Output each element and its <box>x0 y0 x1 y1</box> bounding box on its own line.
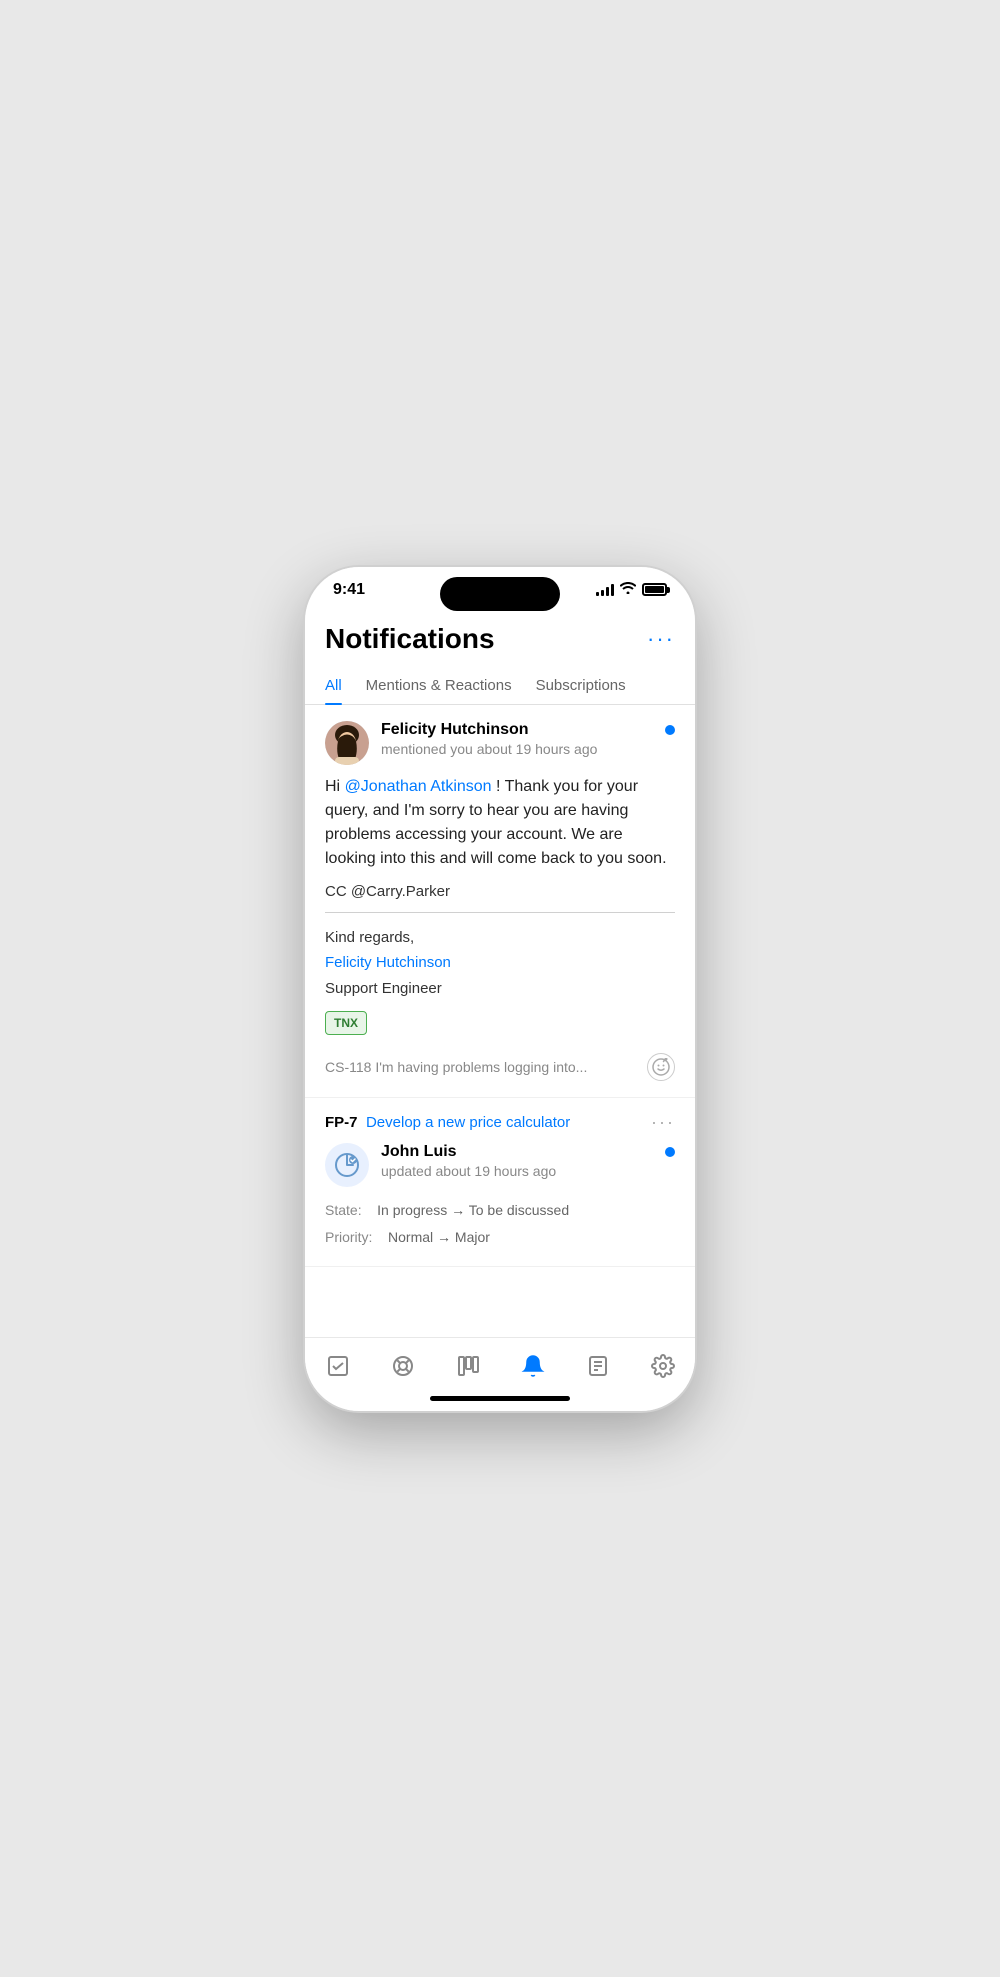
notification-item-1[interactable]: Felicity Hutchinson mentioned you about … <box>305 705 695 1099</box>
dynamic-island <box>440 577 560 611</box>
cs-ticket: CS-118 I'm having problems logging into.… <box>325 1053 675 1081</box>
emoji-reaction-button[interactable] <box>647 1053 675 1081</box>
state-label: State: <box>325 1202 362 1218</box>
tab-bar <box>305 1337 695 1390</box>
page-title: Notifications <box>325 623 495 655</box>
tab-bar-board[interactable] <box>444 1350 492 1382</box>
section-header-fp7: FP-7 Develop a new price calculator ··· <box>305 1098 695 1143</box>
wifi-icon <box>620 582 636 597</box>
state-to: To be discussed <box>469 1202 569 1218</box>
tab-bar-articles[interactable] <box>574 1350 622 1382</box>
status-icons <box>596 582 667 597</box>
notif-time-2: updated about 19 hours ago <box>381 1163 653 1179</box>
status-time: 9:41 <box>333 581 365 599</box>
tab-bar-settings[interactable] <box>639 1350 687 1382</box>
state-change: State: In progress → To be discussed Pri… <box>325 1197 675 1250</box>
tab-bar-tasks[interactable] <box>314 1350 362 1382</box>
state-row: State: In progress → To be discussed <box>325 1197 675 1224</box>
unread-dot-1 <box>665 725 675 735</box>
priority-row: Priority: Normal → Major <box>325 1224 675 1251</box>
section-link[interactable]: Develop a new price calculator <box>366 1114 651 1131</box>
notification-header-2: John Luis updated about 19 hours ago <box>325 1143 675 1187</box>
cc-line: CC @Carry.Parker <box>325 883 675 900</box>
notif-body-1: Hi @Jonathan Atkinson ! Thank you for yo… <box>325 775 675 871</box>
notif-time-1: mentioned you about 19 hours ago <box>381 741 653 757</box>
lifebuoy-icon <box>391 1354 415 1378</box>
notif-meta-2: John Luis updated about 19 hours ago <box>381 1143 653 1179</box>
app-header: Notifications ··· <box>305 607 695 667</box>
board-icon <box>456 1354 480 1378</box>
section-more-button[interactable]: ··· <box>651 1112 675 1133</box>
notification-header-1: Felicity Hutchinson mentioned you about … <box>325 721 675 765</box>
articles-icon <box>586 1354 610 1378</box>
avatar-john <box>325 1143 369 1187</box>
cs-ticket-text: CS-118 I'm having problems logging into.… <box>325 1059 587 1075</box>
home-indicator <box>430 1396 570 1401</box>
phone-frame: 9:41 <box>305 567 695 1411</box>
priority-from: Normal <box>388 1229 433 1245</box>
notif-user-name-1: Felicity Hutchinson <box>381 721 653 739</box>
tab-mentions[interactable]: Mentions & Reactions <box>366 667 512 704</box>
tab-all[interactable]: All <box>325 667 342 704</box>
more-options-button[interactable]: ··· <box>647 626 675 652</box>
state-from: In progress <box>377 1202 447 1218</box>
tnx-badge: TNX <box>325 1011 367 1035</box>
screen: 9:41 <box>305 567 695 1411</box>
app-content: Notifications ··· All Mentions & Reactio… <box>305 607 695 1337</box>
priority-label: Priority: <box>325 1229 372 1245</box>
avatar-felicity <box>325 721 369 765</box>
section-id: FP-7 <box>325 1114 358 1131</box>
state-arrow: → <box>451 1202 469 1218</box>
gear-icon <box>651 1354 675 1378</box>
unread-dot-2 <box>665 1147 675 1157</box>
checkbox-icon <box>326 1354 350 1378</box>
tab-subscriptions[interactable]: Subscriptions <box>536 667 626 704</box>
tab-bar-issues[interactable] <box>379 1350 427 1382</box>
tabs-container: All Mentions & Reactions Subscriptions <box>305 667 695 705</box>
signature-name-link[interactable]: Felicity Hutchinson <box>325 950 675 976</box>
notif-user-name-2: John Luis <box>381 1143 653 1161</box>
divider <box>325 912 675 913</box>
mention-link-jonathan[interactable]: @Jonathan Atkinson <box>345 778 492 795</box>
priority-arrow: → <box>437 1229 455 1245</box>
signature-greeting: Kind regards, <box>325 925 675 951</box>
status-bar: 9:41 <box>305 567 695 607</box>
bell-icon <box>521 1354 545 1378</box>
signature-block: Kind regards, Felicity Hutchinson Suppor… <box>325 925 675 1002</box>
notif-meta-1: Felicity Hutchinson mentioned you about … <box>381 721 653 757</box>
notification-item-2[interactable]: John Luis updated about 19 hours ago Sta… <box>305 1143 695 1267</box>
tab-bar-notifications[interactable] <box>509 1350 557 1382</box>
signature-title: Support Engineer <box>325 976 675 1002</box>
priority-to: Major <box>455 1229 490 1245</box>
battery-icon <box>642 583 667 596</box>
signal-bars-icon <box>596 584 614 596</box>
